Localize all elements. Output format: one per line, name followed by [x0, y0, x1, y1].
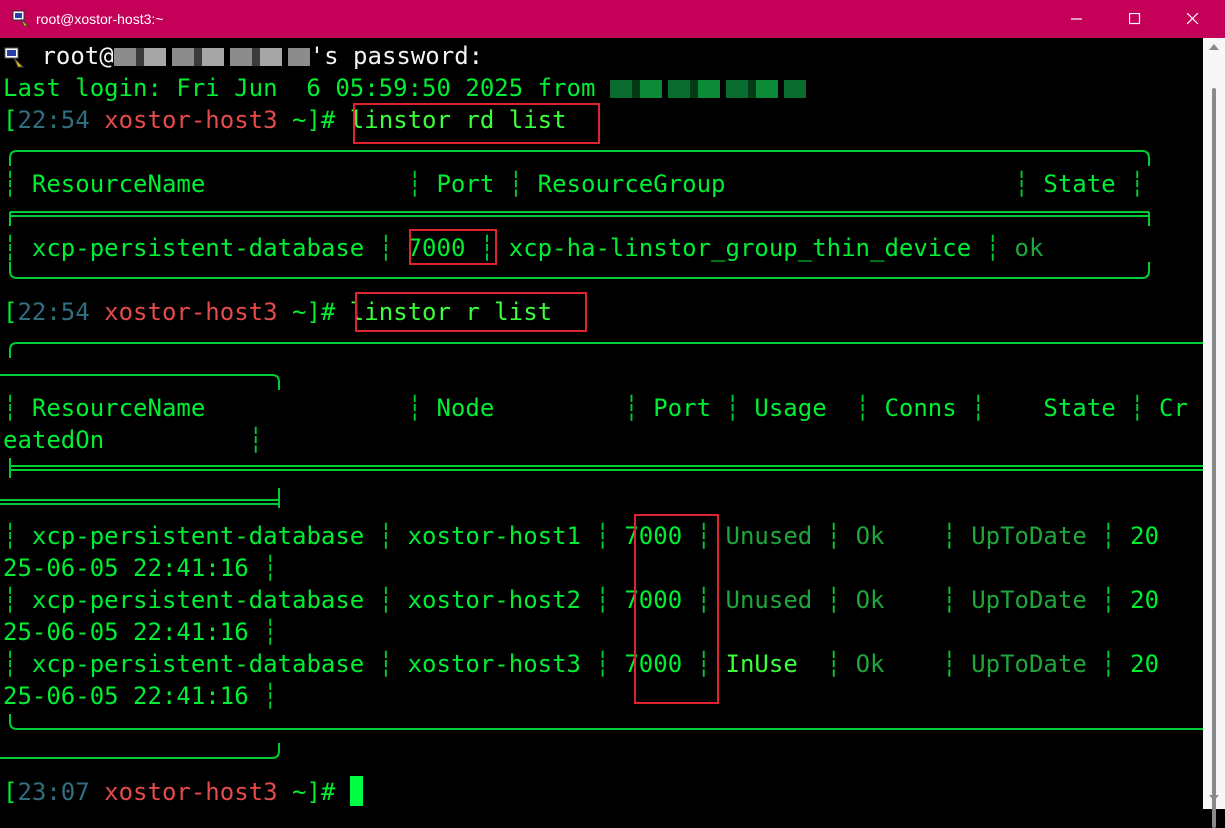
rd-table-row: ┆ xcp-persistent-database ┆ 7000 ┆ xcp-h…: [3, 234, 1044, 262]
r-cell-created-a: 20: [1130, 522, 1160, 550]
redacted-host-mask: [113, 48, 310, 66]
prompt-tail: ~]#: [277, 106, 336, 134]
terminal-area[interactable]: root@ 's password: Last login: Fri Jun 6 …: [0, 38, 1203, 809]
r-cell-created-a: 20: [1130, 586, 1160, 614]
maximize-icon: [1129, 13, 1141, 25]
window-titlebar[interactable]: root@xostor-host3:~: [0, 0, 1225, 38]
r-col-created-b: eatedOn: [3, 426, 105, 454]
r-cell-conns: Ok: [855, 586, 885, 614]
minimize-icon: [1071, 18, 1082, 20]
prompt-bracket: [: [3, 298, 18, 326]
prompt-time: 22:54: [17, 106, 90, 134]
r-cell-node: xostor-host1: [407, 522, 581, 550]
r-col-node: Node: [436, 394, 495, 422]
prompt-time: 22:54: [17, 298, 90, 326]
rd-col-port: Port: [436, 170, 495, 198]
password-prompt-line: root@ 's password:: [3, 40, 483, 72]
scroll-up-icon[interactable]: [1209, 44, 1219, 50]
window-title: root@xostor-host3:~: [36, 11, 164, 27]
highlight-r-command: [355, 292, 587, 332]
r-table-row-wrap: 25-06-05 22:41:16 ┆: [3, 682, 278, 710]
scroll-thumb[interactable]: [1212, 88, 1216, 828]
r-cell-state: UpToDate: [971, 522, 1087, 550]
rd-col-state: State: [1043, 170, 1116, 198]
r-table-row-wrap: 25-06-05 22:41:16 ┆: [3, 618, 278, 646]
prompt-bracket: [: [3, 106, 18, 134]
r-cell-state: UpToDate: [971, 586, 1087, 614]
highlight-rd-command: [353, 103, 600, 144]
r-col-resource-name: ResourceName: [31, 394, 206, 422]
rd-cell-name: xcp-persistent-database: [31, 234, 365, 262]
prompt-host: xostor-host3: [104, 778, 278, 806]
r-col-created-a: Cr: [1159, 394, 1188, 422]
prompt-time: 23:07: [17, 778, 90, 806]
r-col-usage: Usage: [754, 394, 827, 422]
prompt-host: xostor-host3: [104, 106, 278, 134]
terminal-scrollbar[interactable]: [1203, 38, 1225, 828]
highlight-r-ports: [634, 514, 719, 704]
redacted-ip-mask: [609, 80, 806, 98]
highlight-rd-port: [409, 229, 497, 265]
r-col-conns: Conns: [884, 394, 957, 422]
scroll-down-icon[interactable]: [1209, 795, 1219, 801]
rd-cell-state: ok: [1014, 234, 1044, 262]
rd-cell-group: xcp-ha-linstor_group_thin_device: [508, 234, 972, 262]
r-cell-name: xcp-persistent-database: [31, 650, 365, 678]
prompt-suffix: 's password:: [309, 42, 484, 70]
r-cell-node: xostor-host2: [407, 586, 581, 614]
r-cell-created-a: 20: [1130, 650, 1160, 678]
r-table-row: ┆ xcp-persistent-database ┆ xostor-host2…: [3, 586, 1160, 614]
prompt-line-3: [23:07 xostor-host3 ~]#: [3, 776, 363, 808]
prompt-bracket: [: [3, 778, 18, 806]
r-cell-name: xcp-persistent-database: [31, 586, 365, 614]
prompt-host: xostor-host3: [104, 298, 278, 326]
r-cell-node: xostor-host3: [407, 650, 581, 678]
r-table-header-wrap: eatedOn ┆: [3, 426, 264, 454]
rd-col-resource-group: ResourceGroup: [537, 170, 726, 198]
close-button[interactable]: [1164, 0, 1222, 38]
r-table-row-wrap: 25-06-05 22:41:16 ┆: [3, 554, 278, 582]
r-col-port: Port: [653, 394, 712, 422]
key-icon: [3, 45, 27, 69]
prompt-tail: ~]#: [277, 778, 336, 806]
prompt-tail: ~]#: [277, 298, 336, 326]
terminal-cursor: [349, 776, 363, 806]
r-table-row: ┆ xcp-persistent-database ┆ xostor-host1…: [3, 522, 1160, 550]
r-cell-usage: InUse: [725, 650, 798, 678]
r-cell-created-b: 25-06-05 22:41:16: [3, 618, 249, 646]
r-table-row: ┆ xcp-persistent-database ┆ xostor-host3…: [3, 650, 1160, 678]
r-cell-name: xcp-persistent-database: [31, 522, 365, 550]
r-cell-created-b: 25-06-05 22:41:16: [3, 554, 249, 582]
r-cell-conns: Ok: [855, 650, 885, 678]
prompt-user: root@: [41, 42, 114, 70]
minimize-button[interactable]: [1048, 0, 1106, 38]
rd-table-header: ┆ ResourceName ┆ Port ┆ ResourceGroup ┆ …: [3, 170, 1145, 198]
last-login-line: Last login: Fri Jun 6 05:59:50 2025 from: [3, 72, 806, 104]
r-cell-conns: Ok: [855, 522, 885, 550]
r-table-header: ┆ ResourceName ┆ Node ┆ Port ┆ Usage ┆ C…: [3, 394, 1188, 422]
r-col-state: State: [1043, 394, 1116, 422]
close-icon: [1187, 13, 1199, 25]
r-cell-usage: Unused: [725, 586, 813, 614]
maximize-button[interactable]: [1106, 0, 1164, 38]
putty-app-icon[interactable]: [12, 9, 30, 27]
rd-col-resource-name: ResourceName: [31, 170, 206, 198]
r-cell-usage: Unused: [725, 522, 813, 550]
last-login-text: Last login: Fri Jun 6 05:59:50 2025 from: [3, 74, 596, 102]
r-cell-created-b: 25-06-05 22:41:16: [3, 682, 249, 710]
r-cell-state: UpToDate: [971, 650, 1087, 678]
